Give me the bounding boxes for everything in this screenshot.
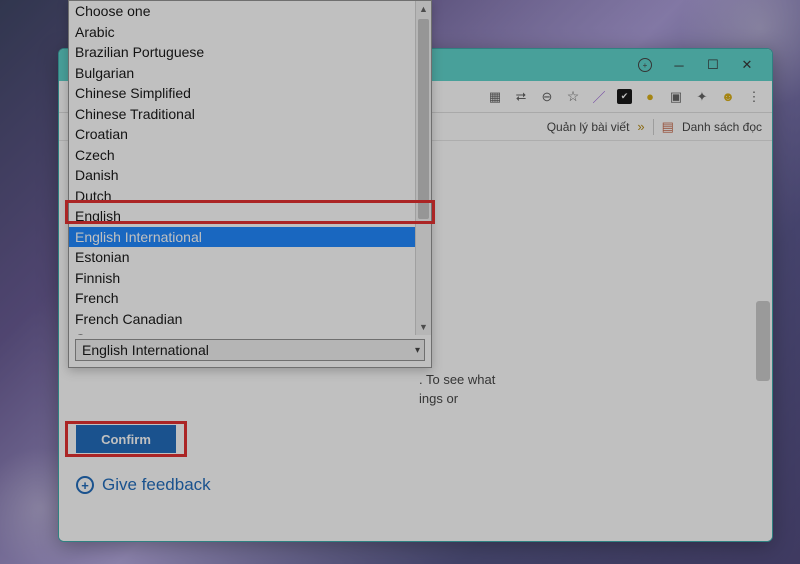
language-select[interactable]: English International ▾ bbox=[75, 339, 425, 361]
window-controls: ─ ☐ ✕ bbox=[662, 51, 764, 79]
action-area: Confirm + Give feedback bbox=[76, 425, 211, 495]
page-scrollbar-thumb[interactable] bbox=[756, 301, 770, 381]
language-option[interactable]: English International bbox=[69, 227, 431, 248]
language-option[interactable]: Finnish bbox=[69, 268, 431, 289]
language-option[interactable]: Dutch bbox=[69, 186, 431, 207]
language-option[interactable]: Bulgarian bbox=[69, 63, 431, 84]
language-option[interactable]: English bbox=[69, 206, 431, 227]
dropdown-scrollbar-thumb[interactable] bbox=[418, 19, 429, 219]
reading-list-link[interactable]: Danh sách đọc bbox=[682, 120, 762, 134]
ext1-icon[interactable]: ● bbox=[642, 89, 658, 105]
adblock-icon[interactable]: ✔ bbox=[617, 89, 632, 104]
plus-circle-icon: + bbox=[76, 476, 94, 494]
language-option[interactable]: Chinese Simplified bbox=[69, 83, 431, 104]
newtab-icon[interactable]: + bbox=[638, 58, 652, 72]
language-option[interactable]: Croatian bbox=[69, 124, 431, 145]
menu-icon[interactable]: ⋮ bbox=[746, 89, 762, 105]
language-option[interactable]: Danish bbox=[69, 165, 431, 186]
language-option[interactable]: Czech bbox=[69, 145, 431, 166]
language-select-value: English International bbox=[82, 342, 209, 358]
cast-icon[interactable]: ▣ bbox=[668, 89, 684, 105]
favorite-icon[interactable]: ☆ bbox=[565, 89, 581, 105]
scroll-down-icon[interactable]: ▼ bbox=[416, 319, 431, 335]
scroll-up-icon[interactable]: ▲ bbox=[416, 1, 431, 17]
extensions-icon[interactable]: ✦ bbox=[694, 89, 710, 105]
language-option[interactable]: French bbox=[69, 288, 431, 309]
language-option[interactable]: Choose one bbox=[69, 1, 431, 22]
translate-icon[interactable]: ⮂ bbox=[513, 89, 529, 105]
page-text-fragment: . To see what ings or bbox=[419, 371, 495, 409]
dropdown-scrollbar[interactable]: ▲ ▼ bbox=[415, 1, 431, 335]
chevron-down-icon: ▾ bbox=[415, 345, 420, 356]
language-option[interactable]: Estonian bbox=[69, 247, 431, 268]
minimize-button[interactable]: ─ bbox=[662, 51, 696, 79]
maximize-button[interactable]: ☐ bbox=[696, 51, 730, 79]
give-feedback-link[interactable]: + Give feedback bbox=[76, 475, 211, 495]
language-dropdown: Choose oneArabicBrazilian PortugueseBulg… bbox=[68, 0, 432, 368]
zoom-icon[interactable]: ⊖ bbox=[539, 89, 555, 105]
language-list[interactable]: Choose oneArabicBrazilian PortugueseBulg… bbox=[69, 1, 431, 335]
profile-icon[interactable]: ☻ bbox=[720, 89, 736, 105]
language-option[interactable]: Arabic bbox=[69, 22, 431, 43]
bookmarks-overflow-icon[interactable]: » bbox=[637, 119, 644, 134]
give-feedback-label: Give feedback bbox=[102, 475, 211, 495]
wand-icon[interactable]: ／ bbox=[591, 89, 607, 105]
close-button[interactable]: ✕ bbox=[730, 51, 764, 79]
language-option[interactable]: Chinese Traditional bbox=[69, 104, 431, 125]
qr-icon[interactable]: ▦ bbox=[487, 89, 503, 105]
language-option[interactable]: German bbox=[69, 329, 431, 335]
bookmark-manage-articles[interactable]: Quản lý bài viết bbox=[547, 120, 630, 134]
language-option[interactable]: French Canadian bbox=[69, 309, 431, 330]
reading-list-icon: ▤ bbox=[662, 119, 674, 135]
divider bbox=[653, 119, 654, 135]
language-option[interactable]: Brazilian Portuguese bbox=[69, 42, 431, 63]
confirm-button[interactable]: Confirm bbox=[76, 425, 176, 453]
